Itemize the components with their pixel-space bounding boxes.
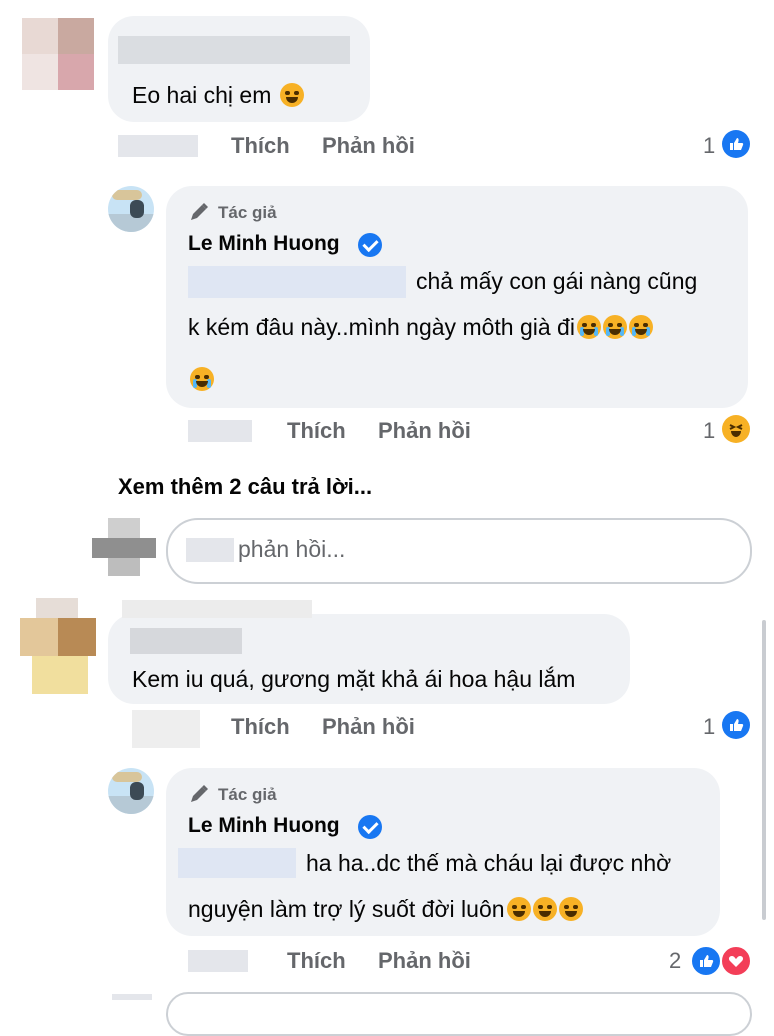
- crying-emoji-icon: [602, 315, 627, 339]
- mention-redacted: [186, 538, 234, 562]
- reaction-count[interactable]: 1: [703, 418, 715, 444]
- mention-redacted[interactable]: [178, 848, 296, 878]
- rofl-emoji-icon: [506, 897, 531, 921]
- reaction-count[interactable]: 1: [703, 714, 715, 740]
- reply-button[interactable]: Phản hồi: [322, 133, 415, 159]
- timestamp-redacted[interactable]: [188, 420, 252, 442]
- reaction-count[interactable]: 1: [703, 133, 715, 159]
- author-avatar[interactable]: [108, 186, 154, 232]
- reply-text-line-1: ha ha..dc thế mà cháu lại được nhờ: [306, 850, 672, 876]
- heart-icon: [720, 945, 752, 977]
- mention-redacted[interactable]: [188, 266, 406, 298]
- scrollbar[interactable]: [762, 620, 766, 920]
- author-name[interactable]: Le Minh Huong: [188, 814, 340, 838]
- reply-button[interactable]: Phản hồi: [322, 714, 415, 740]
- verified-badge-icon: [358, 815, 382, 839]
- reply-button[interactable]: Phản hồi: [378, 418, 471, 444]
- current-user-avatar: [92, 518, 156, 576]
- reply-button[interactable]: Phản hồi: [378, 948, 471, 974]
- reply-text-line-2: nguyện làm trợ lý suốt đời luôn: [188, 894, 583, 924]
- timestamp-redacted[interactable]: [118, 135, 198, 157]
- reply-text-line-1: chả mấy con gái nàng cũng: [416, 268, 698, 294]
- verified-badge-icon: [358, 233, 382, 257]
- author-tag: Tác giả: [218, 785, 277, 804]
- reaction-count[interactable]: 2: [669, 948, 681, 974]
- crying-emoji-icon: [628, 315, 653, 339]
- commenter-name-redacted[interactable]: [118, 36, 350, 64]
- laughing-emoji-icon: [279, 83, 304, 107]
- like-icon: [722, 130, 750, 158]
- reply-text-line-3: [188, 364, 214, 394]
- commenter-avatar[interactable]: [20, 598, 96, 694]
- commenter-name-redacted[interactable]: [122, 600, 312, 618]
- next-reply-input[interactable]: [166, 992, 752, 1036]
- commenter-name-redacted[interactable]: [130, 628, 242, 654]
- pencil-icon: [191, 203, 208, 220]
- like-button[interactable]: Thích: [231, 133, 290, 159]
- pencil-icon: [191, 785, 208, 802]
- author-tag: Tác giả: [218, 203, 277, 222]
- reply-input-placeholder: phản hồi...: [238, 536, 346, 562]
- like-button[interactable]: Thích: [287, 418, 346, 444]
- rofl-emoji-icon: [532, 897, 557, 921]
- timestamp-redacted[interactable]: [188, 950, 248, 972]
- author-name[interactable]: Le Minh Huong: [188, 232, 340, 256]
- view-more-replies-link[interactable]: Xem thêm 2 câu trả lời...: [118, 474, 372, 500]
- next-avatar-redacted: [112, 994, 152, 1000]
- crying-emoji-icon: [190, 367, 214, 391]
- rofl-emoji-icon: [558, 897, 583, 921]
- haha-icon: [722, 415, 750, 443]
- reply-text-line-2: k kém đâu này..mình ngày môth già đi: [188, 312, 653, 342]
- commenter-avatar[interactable]: [22, 18, 94, 90]
- like-icon: [722, 711, 750, 739]
- like-button[interactable]: Thích: [231, 714, 290, 740]
- like-icon: [690, 945, 722, 977]
- crying-emoji-icon: [576, 315, 601, 339]
- like-button[interactable]: Thích: [287, 948, 346, 974]
- comment-text: Eo hai chị em: [132, 80, 304, 110]
- comment-text: Kem iu quá, gương mặt khả ái hoa hậu lắm: [132, 666, 576, 692]
- timestamp-redacted[interactable]: [132, 710, 200, 748]
- author-avatar[interactable]: [108, 768, 154, 814]
